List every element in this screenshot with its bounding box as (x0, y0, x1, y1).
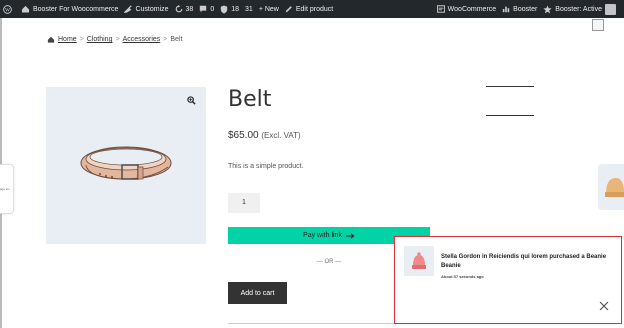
security-count-primary: 18 (231, 5, 240, 13)
chart-icon (502, 6, 510, 13)
notification-time: About 57 seconds ago (441, 274, 484, 279)
close-icon[interactable] (599, 301, 609, 311)
notification-message: Stella Gordon in Reiciendis qui lorem pu… (441, 254, 607, 269)
zoom-icon[interactable] (187, 96, 196, 105)
add-to-cart-button[interactable]: Add to cart (228, 282, 287, 304)
booster-label: Booster (513, 5, 538, 13)
new-label: + New (258, 5, 279, 13)
home-icon (21, 5, 30, 13)
comment-icon (200, 5, 207, 13)
woocommerce-label: WooCommerce (447, 5, 497, 13)
arrow-right-icon (345, 232, 355, 239)
wordpress-logo-icon[interactable]: W (0, 0, 18, 18)
admin-bar-woocommerce[interactable]: WooCommerce (434, 0, 500, 18)
right-side-tab[interactable] (598, 164, 624, 210)
product-price: $65.00 (Excl. VAT) (228, 130, 301, 141)
refresh-icon (175, 5, 182, 13)
breadcrumb-accessories[interactable]: Accessories (123, 36, 161, 43)
booster-status-label: Booster: Active (555, 5, 602, 13)
user-account-icon[interactable] (592, 19, 604, 31)
product-title: Belt (228, 87, 272, 112)
woocommerce-icon (436, 5, 445, 13)
left-side-tab[interactable]: age ion (0, 164, 14, 214)
admin-bar-edit-product[interactable]: Edit product (282, 0, 336, 18)
notification-product-image (404, 246, 434, 276)
security-count-secondary: 31 (245, 5, 253, 13)
belt-image (80, 146, 172, 180)
left-tab-text: age ion (0, 187, 10, 191)
admin-bar-site-name[interactable]: Booster For Woocommerce (18, 0, 121, 18)
breadcrumb-separator: > (79, 36, 84, 43)
customize-label: Customize (135, 5, 169, 13)
shield-icon (221, 5, 228, 13)
home-icon (47, 36, 55, 43)
breadcrumb-separator: > (115, 36, 120, 43)
edit-product-label: Edit product (295, 5, 334, 13)
sales-notification[interactable]: Stella Gordon in Reiciendis qui lorem pu… (394, 236, 622, 324)
admin-bar-booster-status[interactable]: Booster: Active (540, 0, 605, 18)
admin-bar-booster[interactable]: Booster (499, 0, 540, 18)
quantity-input[interactable]: 1 (228, 193, 260, 213)
breadcrumb-home[interactable]: Home (58, 36, 77, 43)
updates-count: 38 (185, 5, 194, 13)
pay-with-link-label: Pay with link (303, 232, 342, 239)
admin-bar: W Booster For Woocommerce Customize 38 0… (0, 0, 624, 18)
admin-bar-security-secondary[interactable]: 31 (242, 0, 256, 18)
product-image[interactable] (46, 87, 206, 244)
beanie-thumbnail-icon (605, 178, 624, 197)
beanie-icon (412, 252, 426, 269)
breadcrumb: Home > Clothing > Accessories > Belt (47, 36, 182, 43)
admin-bar-updates[interactable]: 38 (172, 0, 197, 18)
breadcrumb-clothing[interactable]: Clothing (87, 36, 113, 43)
brush-icon (124, 5, 133, 13)
admin-bar-customize[interactable]: Customize (121, 0, 171, 18)
menu-lines (486, 86, 534, 144)
admin-bar-security[interactable]: 18 (217, 0, 242, 18)
price-amount: $65.00 (228, 130, 259, 141)
star-icon (543, 4, 552, 13)
breadcrumb-current: Belt (170, 36, 183, 43)
site-name-label: Booster For Woocommerce (33, 5, 119, 13)
comments-count: 0 (210, 5, 215, 13)
admin-bar-new[interactable]: + New (256, 0, 282, 18)
product-description: This is a simple product. (228, 163, 304, 170)
pencil-icon (285, 6, 292, 13)
price-suffix: (Excl. VAT) (261, 131, 301, 140)
breadcrumb-separator: > (163, 36, 168, 43)
user-avatar[interactable] (605, 3, 616, 15)
admin-bar-comments[interactable]: 0 (196, 0, 217, 18)
